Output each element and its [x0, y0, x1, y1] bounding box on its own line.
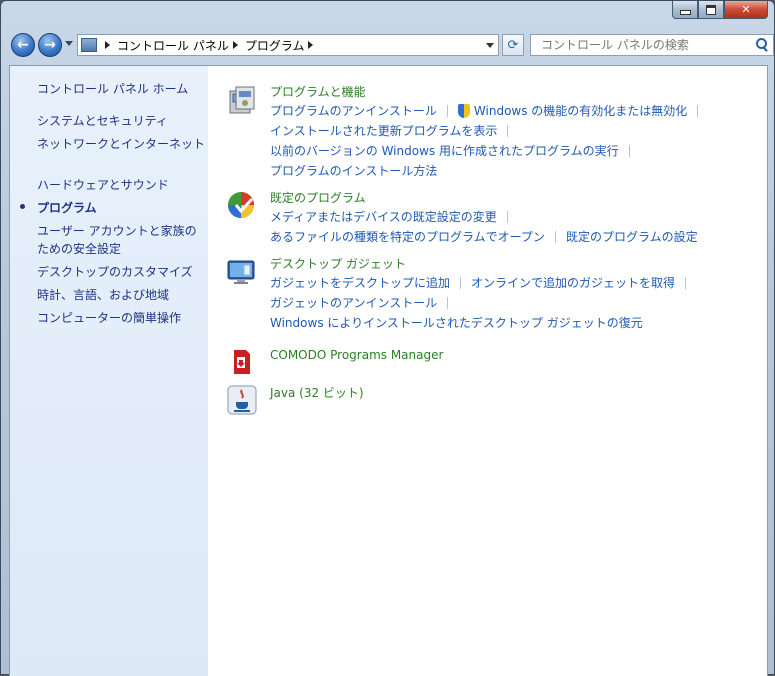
link-uninstall-program[interactable]: プログラムのアンインストール [270, 102, 437, 120]
link-line: ガジェットをデスクトップに追加 オンラインで追加のガジェットを取得 [270, 274, 696, 292]
link-line: Windows によりインストールされたデスクトップ ガジェットの復元 [270, 314, 643, 332]
main-panel: プログラムと機能 プログラムのアンインストール Windows の機能の有効化ま… [220, 66, 767, 676]
sidebar-item-hardware-sound[interactable]: ハードウェアとサウンド [37, 176, 205, 194]
link-separator [460, 277, 462, 289]
link-line: あるファイルの種類を特定のプログラムでオープン 既定のプログラムの設定 [270, 228, 698, 246]
link-open-filetype-with-program[interactable]: あるファイルの種類を特定のプログラムでオープン [270, 228, 545, 246]
sidebar-item-ease-of-access[interactable]: コンピューターの簡単操作 [37, 309, 205, 327]
close-button[interactable]: ✕ [724, 1, 768, 19]
breadcrumb-control-panel[interactable]: コントロール パネル [117, 37, 229, 54]
sidebar-item-control-panel-home[interactable]: コントロール パネル ホーム [37, 80, 205, 98]
category-title-java[interactable]: Java (32 ビット) [270, 384, 364, 402]
address-bar[interactable]: コントロール パネル プログラム [77, 34, 499, 56]
link-get-more-gadgets-online[interactable]: オンラインで追加のガジェットを取得 [471, 274, 675, 292]
search-box[interactable] [530, 34, 774, 56]
category-title-comodo[interactable]: COMODO Programs Manager [270, 346, 443, 364]
search-icon[interactable] [753, 36, 771, 54]
control-panel-icon [81, 38, 97, 52]
category-title-desktop-gadgets[interactable]: デスクトップ ガジェット [270, 255, 406, 273]
link-view-installed-updates[interactable]: インストールされた更新プログラムを表示 [270, 122, 497, 140]
link-separator [506, 211, 508, 223]
address-dropdown-button[interactable] [482, 35, 498, 55]
breadcrumb-chevron-icon[interactable] [232, 41, 238, 49]
link-set-default-programs[interactable]: 既定のプログラムの設定 [566, 228, 698, 246]
back-button[interactable]: ← [11, 33, 35, 57]
link-line: ガジェットのアンインストール [270, 294, 458, 312]
current-page-bullet [20, 204, 25, 209]
comodo-icon[interactable] [226, 346, 258, 378]
minimize-icon [679, 10, 691, 15]
search-input[interactable] [541, 38, 753, 52]
category-title-programs-features[interactable]: プログラムと機能 [270, 83, 366, 101]
link-separator [554, 231, 556, 243]
sidebar-item-appearance[interactable]: デスクトップのカスタマイズ [37, 263, 205, 281]
link-line: 以前のバージョンの Windows 用に作成されたプログラムの実行 [270, 142, 640, 160]
link-restore-gadgets[interactable]: Windows によりインストールされたデスクトップ ガジェットの復元 [270, 314, 643, 332]
forward-button[interactable]: → [38, 33, 62, 57]
maximize-icon [706, 4, 716, 15]
refresh-icon: ⟳ [507, 37, 519, 53]
breadcrumb-chevron-icon[interactable] [308, 41, 314, 49]
uac-shield-icon [457, 104, 470, 118]
arrow-right-icon: → [44, 37, 56, 53]
recent-pages-dropdown[interactable] [65, 41, 73, 46]
breadcrumb-programs[interactable]: プログラム [245, 37, 305, 54]
caption-buttons: ✕ [672, 1, 768, 19]
link-separator [697, 105, 699, 117]
link-line: メディアまたはデバイスの既定設定の変更 [270, 208, 518, 226]
sidebar-item-system-security[interactable]: システムとセキュリティ [37, 112, 205, 130]
chevron-down-icon [486, 42, 494, 48]
link-separator [685, 277, 687, 289]
arrow-left-icon: ← [17, 37, 29, 53]
link-change-media-defaults[interactable]: メディアまたはデバイスの既定設定の変更 [270, 208, 497, 226]
link-uninstall-gadget[interactable]: ガジェットのアンインストール [270, 294, 437, 312]
link-line: インストールされた更新プログラムを表示 [270, 122, 518, 140]
link-windows-features[interactable]: Windows の機能の有効化または無効化 [474, 102, 687, 120]
java-icon[interactable] [226, 384, 258, 416]
desktop-gadgets-icon[interactable] [226, 255, 258, 287]
link-line: プログラムのアンインストール Windows の機能の有効化または無効化 [270, 102, 708, 120]
link-separator [447, 297, 449, 309]
breadcrumb-chevron-icon[interactable] [105, 41, 110, 49]
sidebar-item-programs[interactable]: プログラム [37, 199, 205, 217]
navigation-bar: ← → コントロール パネル プログラム ⟳ [7, 31, 774, 59]
default-programs-icon[interactable] [226, 189, 258, 221]
sidebar-item-clock-language-region[interactable]: 時計、言語、および地域 [37, 286, 205, 304]
close-icon: ✕ [741, 3, 751, 16]
sidebar-item-user-accounts[interactable]: ユーザー アカウントと家族のための安全設定 [37, 222, 205, 258]
link-how-to-install[interactable]: プログラムのインストール方法 [270, 162, 437, 180]
minimize-button[interactable] [672, 1, 698, 19]
link-line: プログラムのインストール方法 [270, 162, 437, 180]
link-separator [507, 125, 509, 137]
window-frame: ✕ ← → コントロール パネル プログラム ⟳ コントロール パネル ホーム … [0, 0, 775, 676]
maximize-button[interactable] [698, 1, 724, 19]
category-title-default-programs[interactable]: 既定のプログラム [270, 189, 366, 207]
sidebar: コントロール パネル ホーム システムとセキュリティ ネットワークとインターネッ… [10, 66, 208, 676]
link-run-older-programs[interactable]: 以前のバージョンの Windows 用に作成されたプログラムの実行 [270, 142, 619, 160]
content-area: コントロール パネル ホーム システムとセキュリティ ネットワークとインターネッ… [9, 65, 768, 676]
refresh-button[interactable]: ⟳ [502, 34, 524, 56]
sidebar-item-network-internet[interactable]: ネットワークとインターネット [37, 135, 205, 153]
link-separator [628, 145, 630, 157]
link-add-gadgets[interactable]: ガジェットをデスクトップに追加 [270, 274, 450, 292]
programs-features-icon[interactable] [226, 83, 258, 115]
link-separator [446, 105, 448, 117]
